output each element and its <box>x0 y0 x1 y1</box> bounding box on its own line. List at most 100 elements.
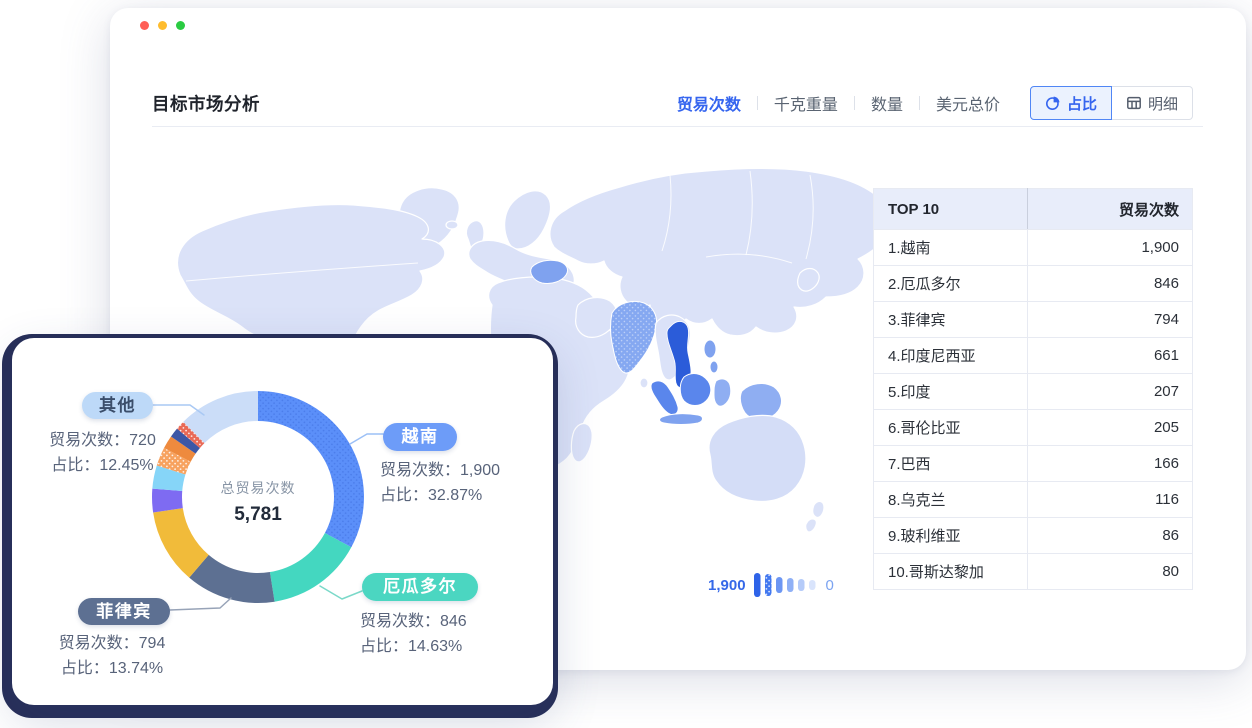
map-sri-lanka <box>640 378 648 388</box>
legend-bar-5 <box>798 579 805 591</box>
table-row[interactable]: 5.印度207 <box>874 374 1193 410</box>
table-row[interactable]: 6.哥伦比亚205 <box>874 410 1193 446</box>
country-cell: 6.哥伦比亚 <box>874 410 1028 446</box>
legend-bar-6 <box>809 580 816 590</box>
country-cell: 4.印度尼西亚 <box>874 338 1028 374</box>
others-percentage: 占比：12.45% <box>30 453 175 478</box>
value-cell: 794 <box>1028 302 1193 338</box>
table-row[interactable]: 9.玻利维亚86 <box>874 518 1193 554</box>
country-cell: 2.厄瓜多尔 <box>874 266 1028 302</box>
map-madagascar <box>571 424 592 462</box>
donut-card: 总贸易次数 5,781 其他 贸易次数：720 占比：12.45% 越南 贸易次… <box>12 338 553 705</box>
header-divider <box>152 126 1203 127</box>
callout-stats-vietnam: 贸易次数：1,900 占比：32.87% <box>380 458 500 508</box>
metric-tabbar: 贸易次数 千克重量 数量 美元总价 占比 明细 <box>661 86 1193 120</box>
value-cell: 86 <box>1028 518 1193 554</box>
vietnam-trade-count: 贸易次数：1,900 <box>380 458 500 483</box>
legend-bar-1 <box>754 573 761 597</box>
tab-trade-count[interactable]: 贸易次数 <box>677 91 741 115</box>
map-sumatra-highlight <box>651 381 678 415</box>
country-cell: 1.越南 <box>874 230 1028 266</box>
detail-view-label: 明细 <box>1148 93 1178 114</box>
callout-stats-ecuador: 贸易次数：846 占比：14.63% <box>360 609 467 659</box>
tab-separator <box>854 96 855 110</box>
callout-stats-philippines: 贸易次数：794 占比：13.74% <box>32 631 192 681</box>
ecuador-percentage: 占比：14.63% <box>360 634 467 659</box>
value-cell: 116 <box>1028 482 1193 518</box>
callout-pill-others[interactable]: 其他 <box>82 392 153 419</box>
window-controls <box>140 21 185 30</box>
donut-center: 总贸易次数 5,781 <box>178 478 338 526</box>
map-color-legend: 1,900 0 <box>708 571 834 599</box>
tab-separator <box>919 96 920 110</box>
country-cell: 3.菲律宾 <box>874 302 1028 338</box>
map-sulawesi <box>714 379 731 406</box>
philippines-percentage: 占比：13.74% <box>32 656 192 681</box>
pie-chart-icon <box>1045 95 1061 111</box>
callout-pill-philippines[interactable]: 菲律宾 <box>78 598 170 625</box>
value-cell: 661 <box>1028 338 1193 374</box>
value-cell: 846 <box>1028 266 1193 302</box>
legend-gradient-bars <box>754 571 818 599</box>
tab-separator <box>757 96 758 110</box>
legend-bar-4 <box>787 578 794 592</box>
map-new-guinea <box>740 384 781 419</box>
others-trade-count: 贸易次数：720 <box>30 428 175 453</box>
map-australia <box>709 415 806 501</box>
map-philippines-highlight <box>704 340 716 358</box>
legend-min-value: 0 <box>826 577 834 594</box>
philippines-trade-count: 贸易次数：794 <box>32 631 192 656</box>
country-cell: 8.乌克兰 <box>874 482 1028 518</box>
table-row[interactable]: 10.哥斯达黎加80 <box>874 554 1193 590</box>
value-cell: 1,900 <box>1028 230 1193 266</box>
map-new-zealand <box>806 519 817 532</box>
table-header-row: TOP 10 贸易次数 <box>874 189 1193 230</box>
table-row[interactable]: 3.菲律宾794 <box>874 302 1193 338</box>
table-header-top10: TOP 10 <box>874 189 1028 230</box>
country-cell: 9.玻利维亚 <box>874 518 1028 554</box>
map-philippines-highlight <box>710 361 718 373</box>
value-cell: 205 <box>1028 410 1193 446</box>
tab-usd-total[interactable]: 美元总价 <box>936 91 1000 115</box>
country-cell: 5.印度 <box>874 374 1028 410</box>
table-row[interactable]: 1.越南1,900 <box>874 230 1193 266</box>
map-borneo-highlight <box>680 374 711 406</box>
zoom-window-icon[interactable] <box>176 21 185 30</box>
tab-quantity[interactable]: 数量 <box>871 91 903 115</box>
callout-stats-others: 贸易次数：720 占比：12.45% <box>30 428 175 478</box>
map-iceland <box>446 221 458 229</box>
map-new-zealand <box>813 501 824 517</box>
proportion-view-label: 占比 <box>1067 93 1097 114</box>
view-toggle-group: 占比 明细 <box>1030 86 1193 120</box>
page-title: 目标市场分析 <box>152 91 260 116</box>
table-row[interactable]: 7.巴西166 <box>874 446 1193 482</box>
vietnam-percentage: 占比：32.87% <box>380 483 500 508</box>
callout-pill-vietnam[interactable]: 越南 <box>383 423 457 451</box>
table-row[interactable]: 8.乌克兰116 <box>874 482 1193 518</box>
value-cell: 80 <box>1028 554 1193 590</box>
legend-bar-3 <box>776 577 783 593</box>
donut-center-label: 总贸易次数 <box>178 478 338 498</box>
minimize-window-icon[interactable] <box>158 21 167 30</box>
table-row[interactable]: 4.印度尼西亚661 <box>874 338 1193 374</box>
donut-center-value: 5,781 <box>178 504 338 526</box>
table-header-trade-count: 贸易次数 <box>1028 189 1193 230</box>
map-india-highlight <box>611 301 657 373</box>
legend-bar-2 <box>765 574 772 596</box>
proportion-view-button[interactable]: 占比 <box>1030 86 1112 120</box>
value-cell: 166 <box>1028 446 1193 482</box>
detail-view-button[interactable]: 明细 <box>1112 86 1193 120</box>
top10-table: TOP 10 贸易次数 1.越南1,9002.厄瓜多尔8463.菲律宾7944.… <box>873 188 1193 590</box>
country-cell: 10.哥斯达黎加 <box>874 554 1028 590</box>
callout-pill-ecuador[interactable]: 厄瓜多尔 <box>362 573 478 601</box>
map-java-highlight <box>660 414 703 425</box>
country-cell: 7.巴西 <box>874 446 1028 482</box>
tab-kg-weight[interactable]: 千克重量 <box>774 91 838 115</box>
legend-max-value: 1,900 <box>708 577 746 594</box>
close-window-icon[interactable] <box>140 21 149 30</box>
ecuador-trade-count: 贸易次数：846 <box>360 609 467 634</box>
table-row[interactable]: 2.厄瓜多尔846 <box>874 266 1193 302</box>
map-scandinavia <box>505 191 551 249</box>
value-cell: 207 <box>1028 374 1193 410</box>
table-icon <box>1126 95 1142 111</box>
